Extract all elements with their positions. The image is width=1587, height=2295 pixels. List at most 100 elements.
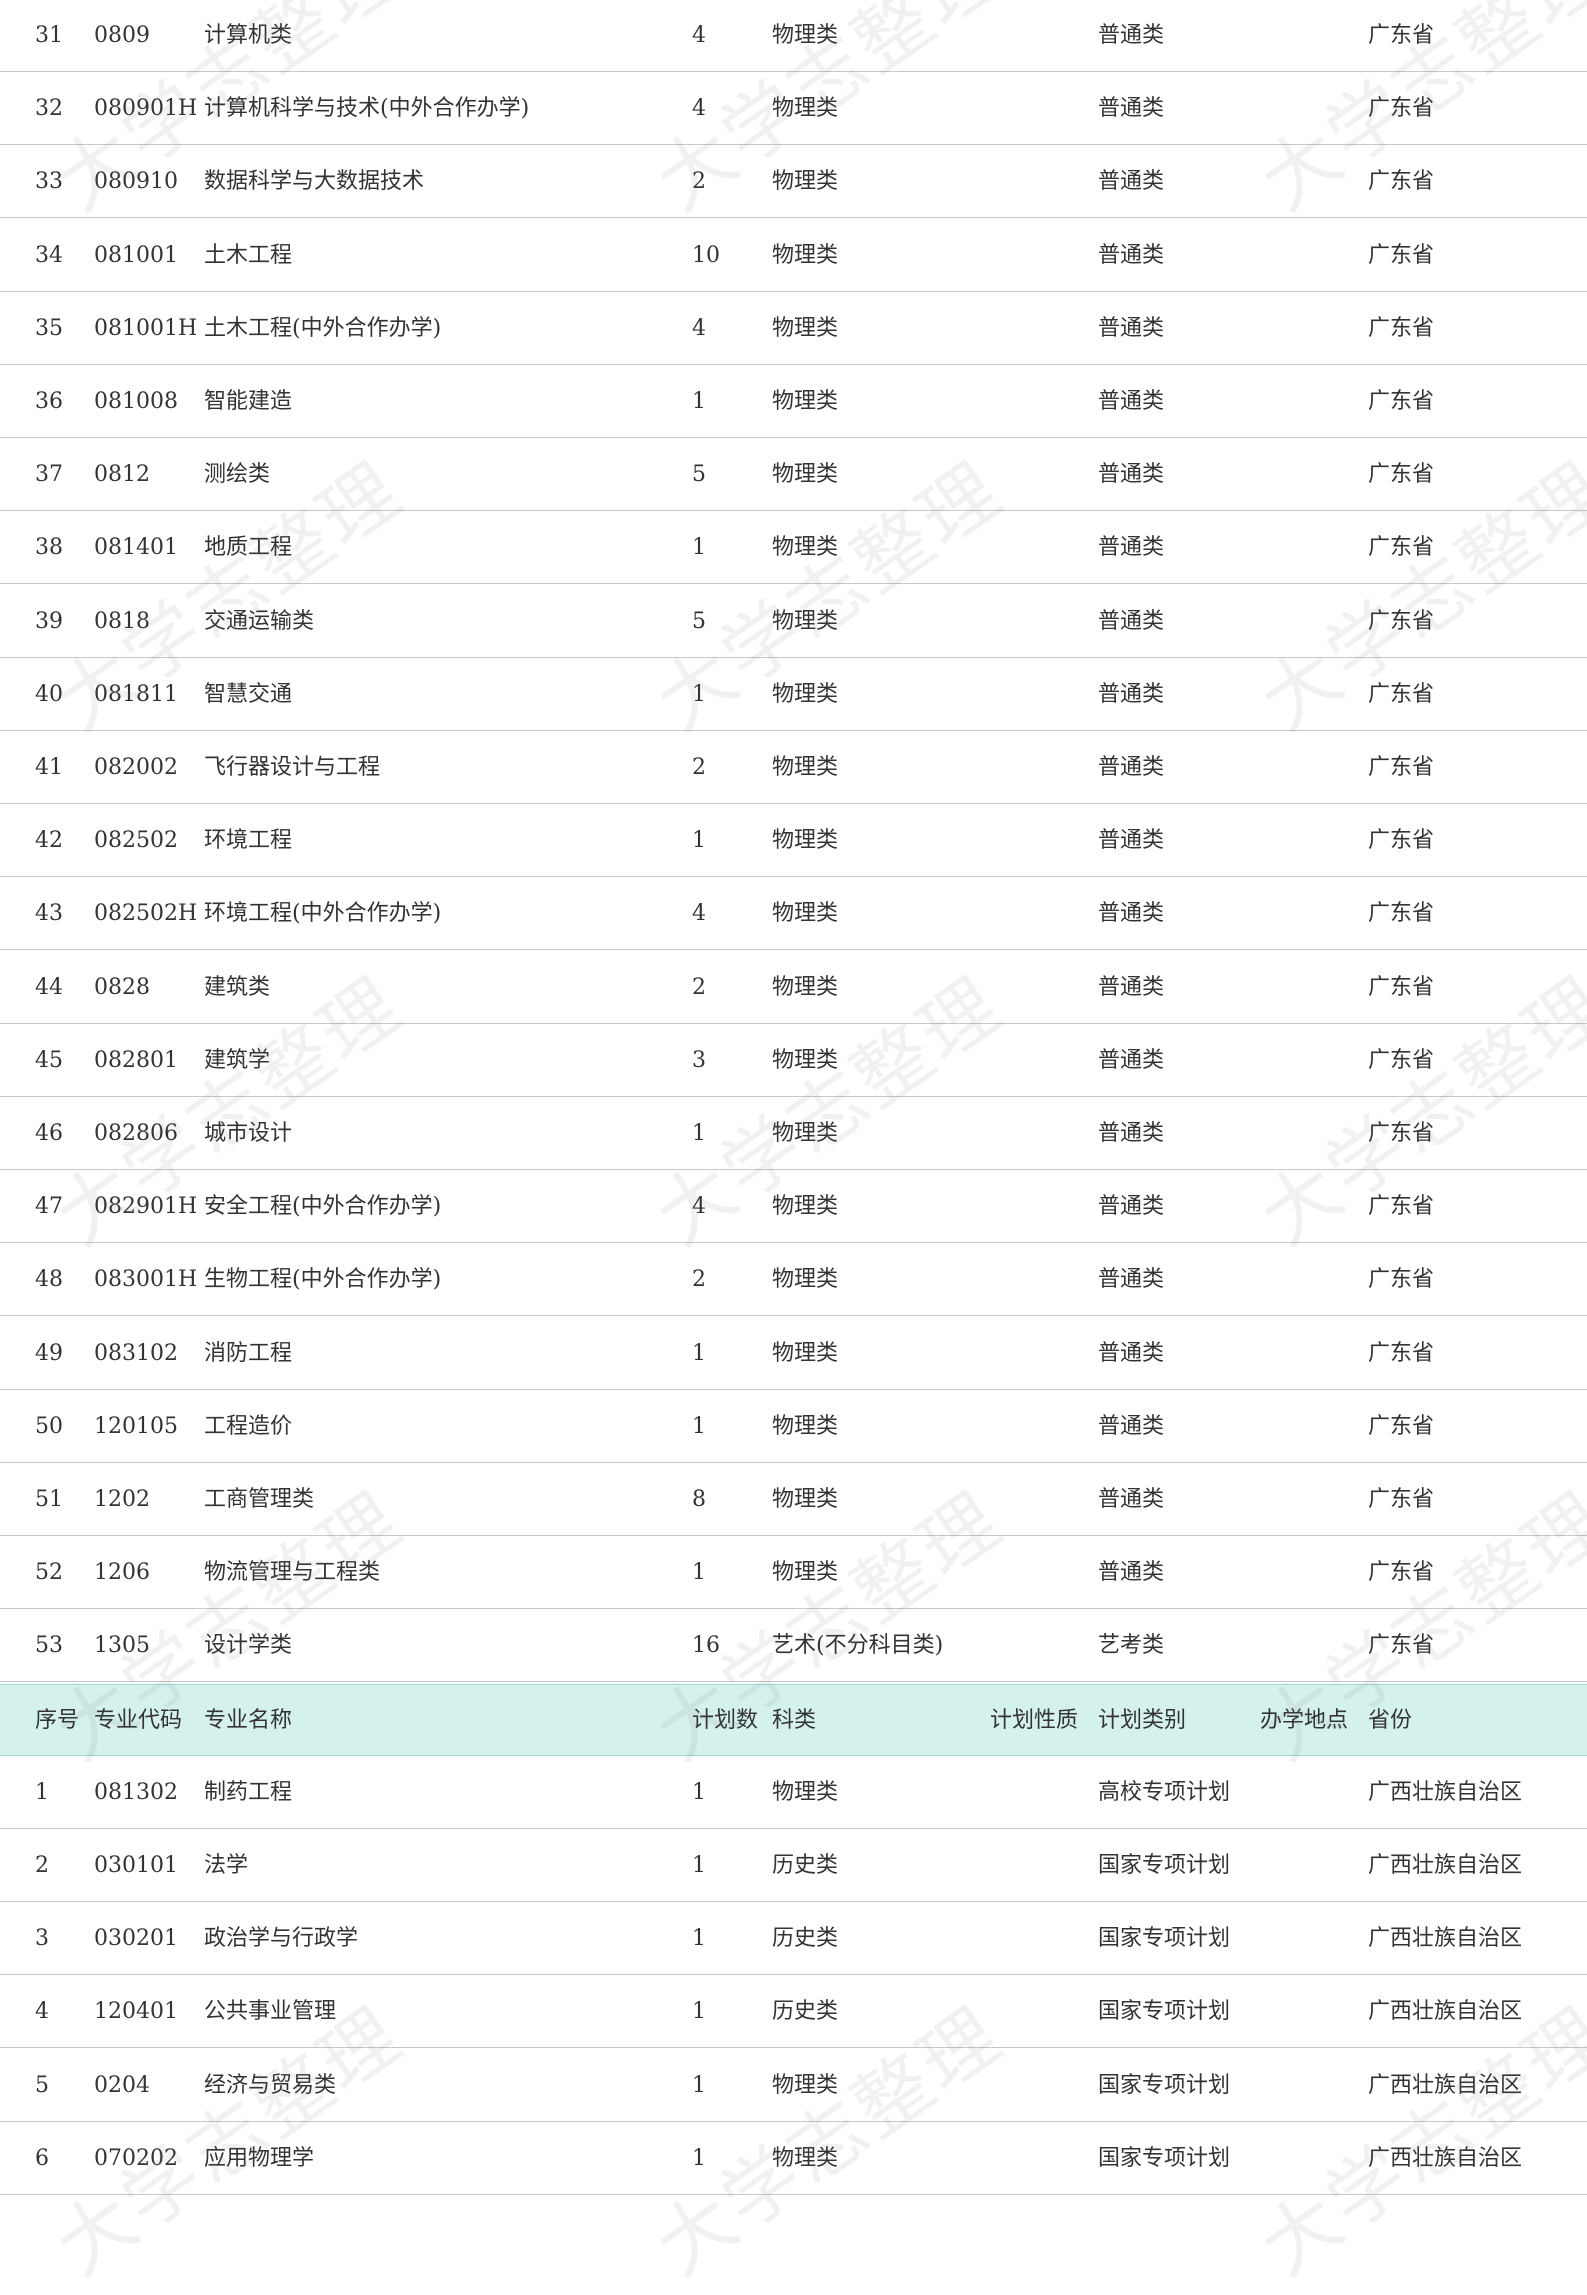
cell-name: 智慧交通 bbox=[204, 682, 293, 707]
cell-province: 广西壮族自治区 bbox=[1368, 1780, 1523, 1805]
cell-province: 广东省 bbox=[1368, 1560, 1435, 1585]
cell-no: 52 bbox=[35, 1560, 63, 1585]
cell-code: 081811 bbox=[94, 682, 178, 707]
table-row: 31 0809 计算机类 4 物理类 普通类 广东省 bbox=[0, 0, 1587, 72]
cell-category: 普通类 bbox=[1098, 316, 1165, 341]
cell-code: 1206 bbox=[94, 1560, 150, 1585]
cell-category: 普通类 bbox=[1098, 462, 1165, 487]
cell-name: 城市设计 bbox=[204, 1121, 293, 1146]
cell-category: 普通类 bbox=[1098, 1487, 1165, 1512]
cell-plan: 4 bbox=[692, 316, 706, 341]
table-header-row: 序号 专业代码 专业名称 计划数 科类 计划性质 计划类别 办学地点 省份 bbox=[0, 1684, 1587, 1756]
cell-code: 0204 bbox=[94, 2073, 150, 2098]
cell-province: 广东省 bbox=[1368, 96, 1435, 121]
cell-subject: 物理类 bbox=[772, 1194, 839, 1219]
cell-province: 广东省 bbox=[1368, 682, 1435, 707]
cell-no: 46 bbox=[35, 1121, 63, 1146]
table-row: 38 081401 地质工程 1 物理类 普通类 广东省 bbox=[0, 512, 1587, 584]
table-row: 42 082502 环境工程 1 物理类 普通类 广东省 bbox=[0, 805, 1587, 877]
cell-code: 080910 bbox=[94, 169, 178, 194]
table-row: 36 081008 智能建造 1 物理类 普通类 广东省 bbox=[0, 366, 1587, 438]
cell-plan: 1 bbox=[692, 389, 706, 414]
cell-category: 普通类 bbox=[1098, 243, 1165, 268]
cell-plan: 5 bbox=[692, 609, 706, 634]
header-cell-location: 办学地点 bbox=[1260, 1708, 1349, 1733]
cell-no: 2 bbox=[35, 1853, 49, 1878]
cell-name: 智能建造 bbox=[204, 389, 293, 414]
cell-code: 082002 bbox=[94, 755, 178, 780]
cell-subject: 物理类 bbox=[772, 389, 839, 414]
cell-province: 广东省 bbox=[1368, 535, 1435, 560]
cell-name: 工商管理类 bbox=[204, 1487, 315, 1512]
table-row: 32 080901H 计算机科学与技术(中外合作办学) 4 物理类 普通类 广东省 bbox=[0, 73, 1587, 145]
cell-no: 3 bbox=[35, 1926, 49, 1951]
cell-province: 广东省 bbox=[1368, 1487, 1435, 1512]
cell-name: 设计学类 bbox=[204, 1633, 293, 1658]
cell-plan: 4 bbox=[692, 96, 706, 121]
cell-code: 082502H bbox=[94, 901, 198, 926]
cell-name: 经济与贸易类 bbox=[204, 2073, 337, 2098]
cell-province: 广东省 bbox=[1368, 243, 1435, 268]
cell-category: 普通类 bbox=[1098, 23, 1165, 48]
table-row: 37 0812 测绘类 5 物理类 普通类 广东省 bbox=[0, 439, 1587, 511]
cell-no: 35 bbox=[35, 316, 63, 341]
cell-plan: 2 bbox=[692, 1267, 706, 1292]
cell-subject: 物理类 bbox=[772, 1048, 839, 1073]
cell-province: 广东省 bbox=[1368, 975, 1435, 1000]
cell-category: 普通类 bbox=[1098, 609, 1165, 634]
cell-subject: 物理类 bbox=[772, 755, 839, 780]
cell-no: 41 bbox=[35, 755, 63, 780]
cell-no: 5 bbox=[35, 2073, 49, 2098]
cell-code: 030201 bbox=[94, 1926, 178, 1951]
table-row: 51 1202 工商管理类 8 物理类 普通类 广东省 bbox=[0, 1464, 1587, 1536]
cell-no: 4 bbox=[35, 1999, 49, 2024]
cell-category: 国家专项计划 bbox=[1098, 2073, 1231, 2098]
cell-no: 44 bbox=[35, 975, 63, 1000]
cell-name: 建筑学 bbox=[204, 1048, 271, 1073]
cell-subject: 物理类 bbox=[772, 1487, 839, 1512]
cell-code: 081001H bbox=[94, 316, 198, 341]
cell-plan: 4 bbox=[692, 23, 706, 48]
cell-no: 40 bbox=[35, 682, 63, 707]
cell-code: 1305 bbox=[94, 1633, 150, 1658]
cell-category: 普通类 bbox=[1098, 975, 1165, 1000]
cell-category: 国家专项计划 bbox=[1098, 1853, 1231, 1878]
cell-name: 安全工程(中外合作办学) bbox=[204, 1194, 442, 1219]
cell-code: 081008 bbox=[94, 389, 178, 414]
cell-subject: 物理类 bbox=[772, 535, 839, 560]
cell-plan: 1 bbox=[692, 1999, 706, 2024]
header-cell-province: 省份 bbox=[1368, 1708, 1413, 1733]
cell-province: 广东省 bbox=[1368, 1048, 1435, 1073]
cell-name: 工程造价 bbox=[204, 1414, 293, 1439]
cell-plan: 1 bbox=[692, 682, 706, 707]
cell-plan: 1 bbox=[692, 1780, 706, 1805]
cell-plan: 1 bbox=[692, 1853, 706, 1878]
cell-plan: 1 bbox=[692, 2073, 706, 2098]
table-row: 2 030101 法学 1 历史类 国家专项计划 广西壮族自治区 bbox=[0, 1830, 1587, 1902]
cell-province: 广东省 bbox=[1368, 609, 1435, 634]
header-cell-category: 计划类别 bbox=[1098, 1708, 1187, 1733]
cell-subject: 物理类 bbox=[772, 23, 839, 48]
cell-category: 国家专项计划 bbox=[1098, 2146, 1231, 2171]
cell-plan: 1 bbox=[692, 535, 706, 560]
cell-name: 政治学与行政学 bbox=[204, 1926, 359, 1951]
cell-subject: 物理类 bbox=[772, 96, 839, 121]
cell-province: 广东省 bbox=[1368, 1267, 1435, 1292]
cell-subject: 物理类 bbox=[772, 1267, 839, 1292]
cell-subject: 历史类 bbox=[772, 1999, 839, 2024]
cell-plan: 2 bbox=[692, 975, 706, 1000]
cell-no: 36 bbox=[35, 389, 63, 414]
cell-subject: 物理类 bbox=[772, 1560, 839, 1585]
cell-subject: 历史类 bbox=[772, 1926, 839, 1951]
table-row: 45 082801 建筑学 3 物理类 普通类 广东省 bbox=[0, 1025, 1587, 1097]
cell-name: 公共事业管理 bbox=[204, 1999, 337, 2024]
cell-plan: 1 bbox=[692, 1121, 706, 1146]
cell-subject: 物理类 bbox=[772, 682, 839, 707]
cell-plan: 1 bbox=[692, 1926, 706, 1951]
cell-code: 0828 bbox=[94, 975, 150, 1000]
cell-no: 42 bbox=[35, 828, 63, 853]
cell-code: 082901H bbox=[94, 1194, 198, 1219]
table-row: 39 0818 交通运输类 5 物理类 普通类 广东省 bbox=[0, 586, 1587, 658]
cell-no: 32 bbox=[35, 96, 63, 121]
table-row: 33 080910 数据科学与大数据技术 2 物理类 普通类 广东省 bbox=[0, 146, 1587, 218]
